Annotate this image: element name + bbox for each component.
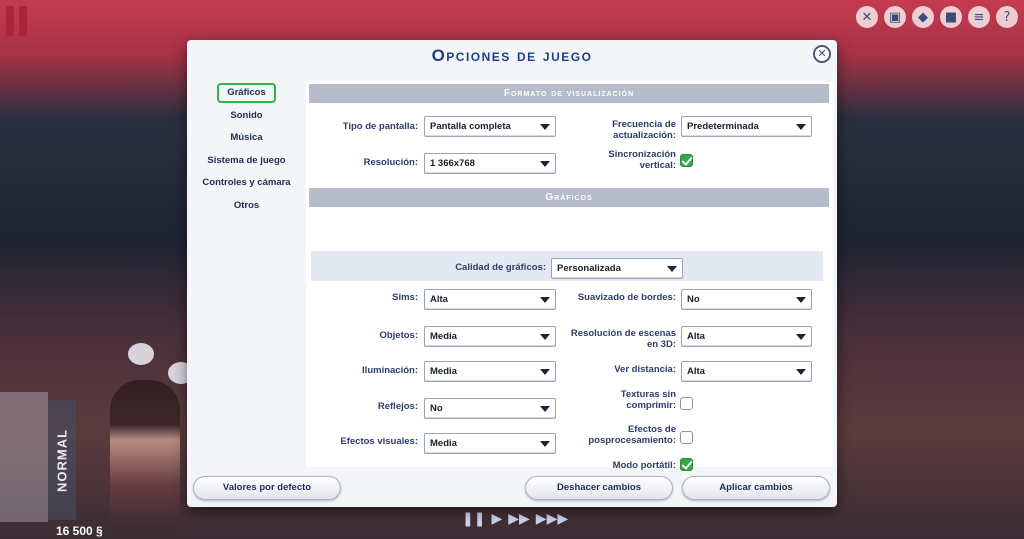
objects-label: Objetos: xyxy=(379,330,418,341)
vsync-label: Sincronización vertical: xyxy=(608,149,676,171)
close-icon[interactable]: ✕ xyxy=(813,45,831,63)
nav-item-other[interactable]: Otros xyxy=(187,195,306,218)
speed-label: NORMAL xyxy=(48,400,76,520)
laptop-mode-checkbox[interactable] xyxy=(680,458,693,471)
nav-item-controls-camera[interactable]: Controles y cámara xyxy=(187,172,306,195)
hud-top-right: ✕ ▣ ◆ ■ ≡ ? xyxy=(814,0,1024,34)
screen-type-label: Tipo de pantalla: xyxy=(342,121,418,132)
dialog-title: Opciones de juego xyxy=(431,46,593,65)
resolution-select[interactable]: 1 366x768 xyxy=(424,153,556,174)
laptop-mode-label: Modo portátil: xyxy=(612,460,676,471)
fast-forward-icon[interactable]: ▶▶ xyxy=(508,511,530,527)
chevron-down-icon xyxy=(796,369,806,375)
menu-icon[interactable]: ≡ xyxy=(968,6,990,28)
graphics-quality-select[interactable]: Personalizada xyxy=(551,258,683,279)
nav-item-music[interactable]: Música xyxy=(187,127,306,150)
uncompressed-textures-checkbox[interactable] xyxy=(680,397,693,410)
photo-icon[interactable]: ▣ xyxy=(884,6,906,28)
edge-smoothing-select[interactable]: No xyxy=(681,289,812,310)
game-options-dialog: Opciones de juego ✕ Gráficos Sonido Músi… xyxy=(187,40,837,507)
sim-portrait[interactable] xyxy=(110,380,180,530)
speed-controls: ❚❚ ▶ ▶▶ ▶▶▶ xyxy=(462,511,568,527)
view-distance-select[interactable]: Alta xyxy=(681,361,812,382)
thought-bubble-icon xyxy=(128,343,154,365)
nav-item-sound[interactable]: Sonido xyxy=(187,105,306,128)
apply-changes-button[interactable]: Aplicar cambios xyxy=(682,476,830,500)
options-content: Formato de visualización Tipo de pantall… xyxy=(306,82,833,471)
chevron-down-icon xyxy=(796,297,806,303)
chevron-down-icon xyxy=(796,124,806,130)
reflections-label: Reflejos: xyxy=(377,401,418,412)
options-sidebar: Gráficos Sonido Música Sistema de juego … xyxy=(187,82,306,507)
edge-smoothing-label: Suavizado de bordes: xyxy=(577,292,676,303)
tools-icon[interactable]: ✕ xyxy=(856,6,878,28)
graphics-quality-label: Calidad de gráficos: xyxy=(455,262,546,273)
nav-item-graphics[interactable]: Gráficos xyxy=(187,82,306,105)
vsync-checkbox[interactable] xyxy=(680,154,693,167)
resolution-label: Resolución: xyxy=(363,157,418,168)
defaults-button[interactable]: Valores por defecto xyxy=(193,476,341,500)
household-funds: 16 500 § xyxy=(56,524,103,538)
hud-left-panel xyxy=(0,392,48,522)
play-icon[interactable]: ▶ xyxy=(491,511,502,527)
screen-type-select[interactable]: Pantalla completa xyxy=(424,116,556,137)
graphics-header: Gráficos xyxy=(309,188,829,207)
uncompressed-textures-label: Texturas sin comprimir: xyxy=(620,389,676,411)
visual-effects-label: Efectos visuales: xyxy=(340,436,418,447)
chevron-down-icon xyxy=(667,266,677,272)
help-icon[interactable]: ? xyxy=(996,6,1018,28)
ultra-speed-icon[interactable]: ▶▶▶ xyxy=(536,511,568,527)
chevron-down-icon xyxy=(540,161,550,167)
scene-resolution-select[interactable]: Alta xyxy=(681,326,812,347)
view-distance-label: Ver distancia: xyxy=(614,364,676,375)
chevron-down-icon xyxy=(796,334,806,340)
undo-changes-button[interactable]: Deshacer cambios xyxy=(525,476,673,500)
postprocessing-label: Efectos de posprocesamiento: xyxy=(588,424,676,446)
pause-icon[interactable] xyxy=(6,6,32,36)
cube-icon[interactable]: ■ xyxy=(940,6,962,28)
nav-item-game-system[interactable]: Sistema de juego xyxy=(187,150,306,173)
postprocessing-checkbox[interactable] xyxy=(680,431,693,444)
sims-label: Sims: xyxy=(392,292,418,303)
pause-icon[interactable]: ❚❚ xyxy=(462,511,485,527)
lighting-label: Iluminación: xyxy=(362,365,418,376)
diamond-icon[interactable]: ◆ xyxy=(912,6,934,28)
refresh-rate-select[interactable]: Predeterminada xyxy=(681,116,812,137)
chevron-down-icon xyxy=(540,124,550,130)
refresh-rate-label: Frecuencia de actualización: xyxy=(612,119,676,141)
scene-resolution-label: Resolución de escenas en 3D: xyxy=(570,328,676,350)
display-format-header: Formato de visualización xyxy=(309,84,829,103)
